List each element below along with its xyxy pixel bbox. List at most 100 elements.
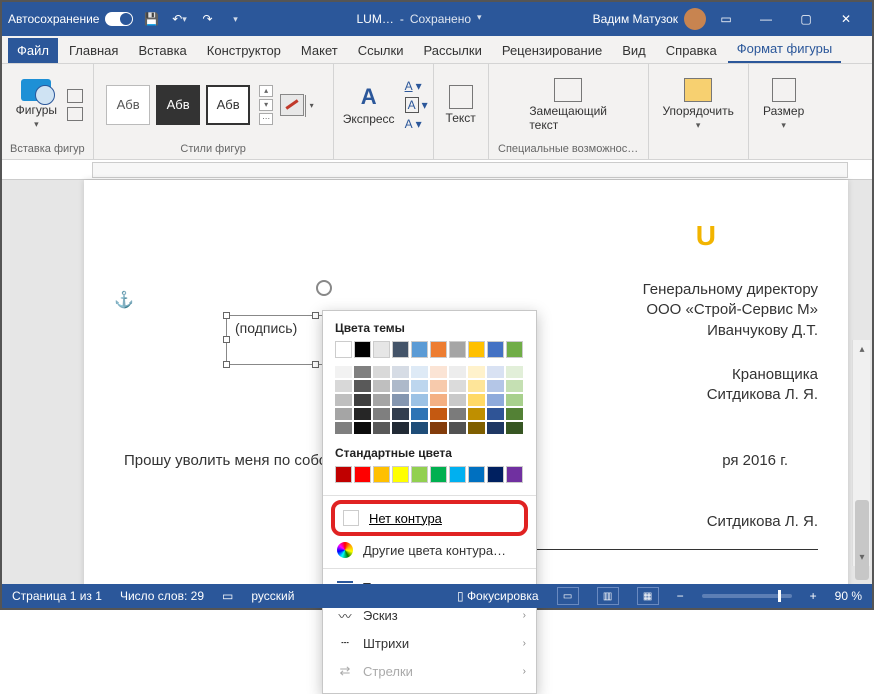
color-swatch[interactable] (449, 408, 466, 420)
color-swatch[interactable] (373, 408, 390, 420)
style-preset-1[interactable]: Абв (106, 85, 150, 125)
redo-icon[interactable]: ↷ (197, 9, 217, 29)
color-swatch[interactable] (430, 466, 447, 483)
scroll-down-icon[interactable]: ▾ (853, 548, 871, 566)
color-swatch[interactable] (411, 422, 428, 434)
resize-handle[interactable] (312, 361, 319, 368)
color-swatch[interactable] (373, 380, 390, 392)
color-swatch[interactable] (449, 366, 466, 378)
color-swatch[interactable] (411, 394, 428, 406)
color-swatch[interactable] (430, 341, 447, 358)
weblayout-icon[interactable]: ▦ (637, 587, 659, 605)
textbox-icon[interactable] (67, 107, 83, 121)
color-swatch[interactable] (430, 422, 447, 434)
color-swatch[interactable] (392, 422, 409, 434)
color-swatch[interactable] (335, 422, 352, 434)
color-swatch[interactable] (449, 466, 466, 483)
tab-view[interactable]: Вид (613, 38, 655, 63)
color-swatch[interactable] (392, 408, 409, 420)
wordart-button[interactable]: A Экспресс (339, 82, 399, 128)
color-swatch[interactable] (354, 380, 371, 392)
zoom-slider[interactable] (702, 594, 792, 598)
tab-design[interactable]: Конструктор (198, 38, 290, 63)
color-swatch[interactable] (373, 394, 390, 406)
color-swatch[interactable] (354, 394, 371, 406)
color-swatch[interactable] (468, 466, 485, 483)
color-swatch[interactable] (468, 422, 485, 434)
shapes-button[interactable]: Фигуры▾ (12, 77, 61, 132)
color-swatch[interactable] (354, 422, 371, 434)
color-swatch[interactable] (449, 422, 466, 434)
color-swatch[interactable] (487, 341, 504, 358)
color-swatch[interactable] (411, 408, 428, 420)
color-swatch[interactable] (449, 394, 466, 406)
tab-file[interactable]: Файл (8, 38, 58, 63)
arrange-button[interactable]: Упорядочить▾ (658, 76, 737, 133)
color-swatch[interactable] (430, 380, 447, 392)
color-swatch[interactable] (487, 422, 504, 434)
color-swatch[interactable] (392, 341, 409, 358)
color-swatch[interactable] (506, 408, 523, 420)
text-direction-button[interactable]: Текст (442, 83, 480, 127)
color-swatch[interactable] (468, 380, 485, 392)
save-icon[interactable]: 💾 (141, 9, 161, 29)
color-swatch[interactable] (335, 341, 352, 358)
color-swatch[interactable] (487, 408, 504, 420)
shape-outline-dropdown[interactable]: ▾ (305, 95, 317, 117)
color-swatch[interactable] (335, 380, 352, 392)
color-swatch[interactable] (430, 366, 447, 378)
color-swatch[interactable] (411, 341, 428, 358)
color-swatch[interactable] (468, 366, 485, 378)
rotate-handle-icon[interactable] (316, 280, 332, 296)
word-count[interactable]: Число слов: 29 (120, 589, 204, 603)
color-swatch[interactable] (506, 366, 523, 378)
toggle-switch-icon[interactable] (105, 12, 133, 26)
color-swatch[interactable] (430, 408, 447, 420)
resize-handle[interactable] (223, 312, 230, 319)
color-swatch[interactable] (335, 394, 352, 406)
color-swatch[interactable] (373, 366, 390, 378)
color-swatch[interactable] (335, 466, 352, 483)
tab-review[interactable]: Рецензирование (493, 38, 611, 63)
shape-outline-button[interactable]: ▾ (280, 94, 304, 116)
zoom-out-icon[interactable]: − (677, 589, 684, 603)
color-swatch[interactable] (430, 394, 447, 406)
color-swatch[interactable] (354, 341, 371, 358)
color-swatch[interactable] (506, 341, 523, 358)
color-swatch[interactable] (335, 408, 352, 420)
ribbon-options-icon[interactable]: ▭ (706, 5, 746, 33)
color-swatch[interactable] (392, 394, 409, 406)
edit-shape-icon[interactable] (67, 89, 83, 103)
focus-mode[interactable]: ▯ Фокусировка (457, 589, 539, 603)
zoom-in-icon[interactable]: + (810, 589, 817, 603)
more-colors-item[interactable]: Другие цвета контура… (323, 536, 536, 564)
color-swatch[interactable] (468, 394, 485, 406)
user-account[interactable]: Вадим Матузок (593, 8, 706, 30)
color-swatch[interactable] (487, 380, 504, 392)
color-swatch[interactable] (354, 408, 371, 420)
resize-handle[interactable] (223, 336, 230, 343)
qat-customize-icon[interactable]: ▾ (225, 9, 245, 29)
spellcheck-icon[interactable]: ▭ (222, 589, 233, 603)
color-swatch[interactable] (373, 422, 390, 434)
close-icon[interactable]: ✕ (826, 5, 866, 33)
color-swatch[interactable] (392, 366, 409, 378)
size-button[interactable]: Размер▾ (759, 76, 808, 133)
color-swatch[interactable] (354, 366, 371, 378)
zoom-level[interactable]: 90 % (835, 589, 862, 603)
color-swatch[interactable] (487, 466, 504, 483)
tab-references[interactable]: Ссылки (349, 38, 413, 63)
resize-handle[interactable] (312, 312, 319, 319)
color-swatch[interactable] (392, 380, 409, 392)
scroll-thumb[interactable] (855, 500, 869, 580)
color-swatch[interactable] (506, 380, 523, 392)
color-swatch[interactable] (449, 341, 466, 358)
color-swatch[interactable] (411, 380, 428, 392)
color-swatch[interactable] (506, 394, 523, 406)
color-swatch[interactable] (335, 366, 352, 378)
color-swatch[interactable] (373, 466, 390, 483)
ruler[interactable] (2, 160, 872, 180)
readmode-icon[interactable]: ▭ (557, 587, 579, 605)
resize-handle[interactable] (223, 361, 230, 368)
color-swatch[interactable] (487, 366, 504, 378)
